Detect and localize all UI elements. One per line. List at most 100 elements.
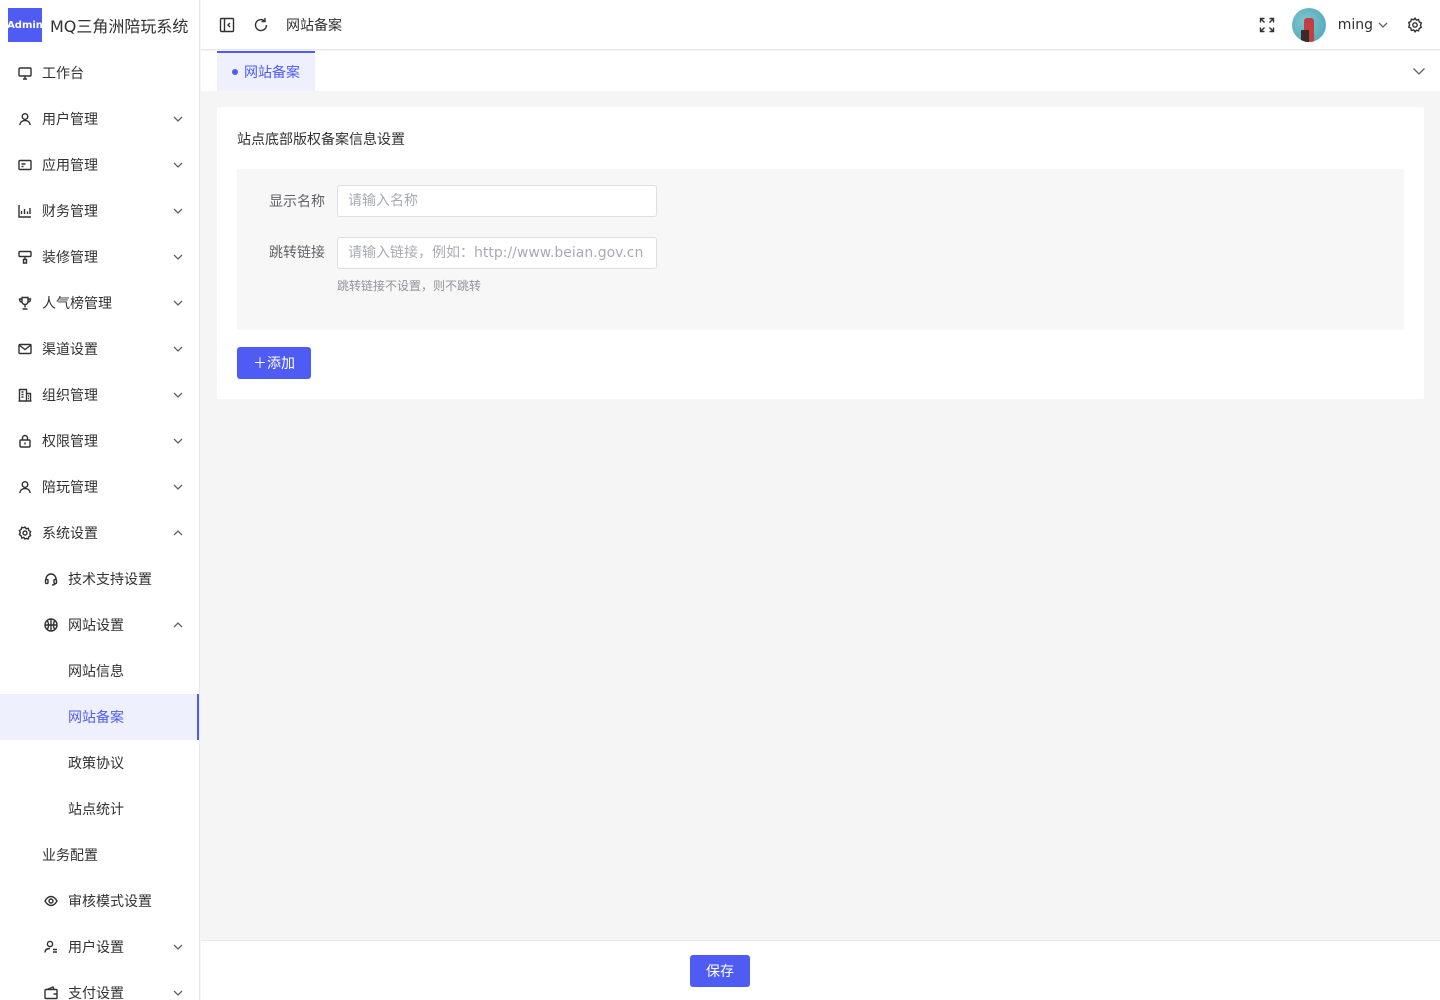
app-title: MQ三角洲陪玩系统 xyxy=(50,17,189,36)
fullscreen-icon[interactable] xyxy=(1258,16,1276,34)
icp-settings-card: 站点底部版权备案信息设置 显示名称 跳转链接 跳转链接不设置，则不跳转 ＋添加 xyxy=(217,107,1424,399)
user-icon xyxy=(18,480,32,494)
sidebar-item-user-management[interactable]: 用户管理 xyxy=(0,96,199,142)
sidebar-item-label: 权限管理 xyxy=(42,434,98,450)
header-right: ming xyxy=(1258,0,1424,50)
headset-icon xyxy=(44,572,58,586)
sidebar-item-popularity[interactable]: 人气榜管理 xyxy=(0,280,199,326)
sidebar-item-app-management[interactable]: 应用管理 xyxy=(0,142,199,188)
sidebar-item-label: 网站备案 xyxy=(68,710,124,726)
display-name-label: 显示名称 xyxy=(269,194,325,210)
sidebar-item-label: 工作台 xyxy=(42,66,84,82)
sidebar-item-business-config[interactable]: 业务配置 xyxy=(0,832,199,878)
user-settings-icon xyxy=(44,940,58,954)
eye-icon xyxy=(44,894,58,908)
app-icon xyxy=(18,158,32,172)
collapse-sidebar-icon[interactable] xyxy=(218,16,236,34)
sidebar-item-label: 应用管理 xyxy=(42,158,98,174)
save-button[interactable]: 保存 xyxy=(690,955,750,987)
sidebar-item-label: 人气榜管理 xyxy=(42,296,112,312)
chevron-up-icon xyxy=(173,620,183,630)
chevron-down-icon xyxy=(173,252,183,262)
chevron-down-icon[interactable] xyxy=(1412,64,1426,78)
brush-icon xyxy=(18,250,32,264)
footer-bar: 保存 xyxy=(201,940,1440,1000)
add-button[interactable]: ＋添加 xyxy=(237,347,311,379)
chevron-down-icon xyxy=(173,988,183,998)
sidebar-item-label: 政策协议 xyxy=(68,756,124,772)
chevron-down-icon xyxy=(1378,22,1388,28)
sidebar-item-companion[interactable]: 陪玩管理 xyxy=(0,464,199,510)
wallet-icon xyxy=(44,986,58,1000)
sidebar-item-label: 财务管理 xyxy=(42,204,98,220)
sidebar-item-system-settings[interactable]: 系统设置 xyxy=(0,510,199,556)
chevron-down-icon xyxy=(173,160,183,170)
sidebar-item-finance[interactable]: 财务管理 xyxy=(0,188,199,234)
sidebar-item-website-info[interactable]: 网站信息 xyxy=(0,648,199,694)
chevron-up-icon xyxy=(173,528,183,538)
sidebar-item-label: 业务配置 xyxy=(42,848,98,864)
display-name-input[interactable] xyxy=(337,185,657,217)
sidebar-item-permissions[interactable]: 权限管理 xyxy=(0,418,199,464)
sidebar-item-label: 渠道设置 xyxy=(42,342,98,358)
sidebar-item-label: 用户管理 xyxy=(42,112,98,128)
logo-badge: Admin xyxy=(7,8,43,42)
redirect-link-label: 跳转链接 xyxy=(269,245,325,261)
sidebar-item-label: 审核模式设置 xyxy=(68,894,152,910)
tab-website-icp[interactable]: 网站备案 xyxy=(217,51,315,91)
redirect-link-input[interactable] xyxy=(337,237,657,269)
sidebar-item-tech-support[interactable]: 技术支持设置 xyxy=(0,556,199,602)
sidebar-item-workbench[interactable]: 工作台 xyxy=(0,50,199,96)
sidebar-item-label: 陪玩管理 xyxy=(42,480,98,496)
sidebar: Admin MQ三角洲陪玩系统 工作台 用户管理 应用管理 财务管理 装修管理 … xyxy=(0,0,200,1000)
tabs-bar: 网站备案 xyxy=(201,51,1440,91)
sidebar-item-website-icp[interactable]: 网站备案 xyxy=(0,694,199,740)
building-icon xyxy=(18,388,32,402)
sidebar-item-organization[interactable]: 组织管理 xyxy=(0,372,199,418)
active-dot xyxy=(232,69,238,75)
logo[interactable]: Admin MQ三角洲陪玩系统 xyxy=(0,0,199,50)
refresh-icon[interactable] xyxy=(252,16,270,34)
lock-icon xyxy=(18,434,32,448)
sidebar-item-site-stats[interactable]: 站点统计 xyxy=(0,786,199,832)
avatar[interactable] xyxy=(1291,8,1326,42)
tab-label: 网站备案 xyxy=(244,65,300,81)
chevron-down-icon xyxy=(173,436,183,446)
sidebar-item-label: 用户设置 xyxy=(68,940,124,956)
settings-gear-icon[interactable] xyxy=(1406,16,1424,34)
chevron-down-icon xyxy=(173,942,183,952)
chevron-down-icon xyxy=(173,482,183,492)
sidebar-item-label: 支付设置 xyxy=(68,986,124,1000)
chevron-down-icon xyxy=(173,344,183,354)
user-icon xyxy=(18,112,32,126)
sidebar-item-label: 技术支持设置 xyxy=(68,572,152,588)
card-title: 站点底部版权备案信息设置 xyxy=(237,132,405,148)
sidebar-item-payment-settings[interactable]: 支付设置 xyxy=(0,970,199,1000)
chevron-down-icon xyxy=(173,390,183,400)
sidebar-item-website-settings[interactable]: 网站设置 xyxy=(0,602,199,648)
sidebar-item-review-mode[interactable]: 审核模式设置 xyxy=(0,878,199,924)
basketball-icon xyxy=(44,618,58,632)
sidebar-item-user-settings[interactable]: 用户设置 xyxy=(0,924,199,970)
user-menu[interactable]: ming xyxy=(1338,17,1388,33)
trophy-icon xyxy=(18,296,32,310)
chart-icon xyxy=(18,204,32,218)
breadcrumb[interactable]: 网站备案 xyxy=(286,15,342,35)
sidebar-item-label: 组织管理 xyxy=(42,388,98,404)
sidebar-item-label: 装修管理 xyxy=(42,250,98,266)
sidebar-item-label: 网站信息 xyxy=(68,664,124,680)
chevron-down-icon xyxy=(173,298,183,308)
sidebar-item-channel[interactable]: 渠道设置 xyxy=(0,326,199,372)
mail-icon xyxy=(18,342,32,356)
sidebar-item-label: 系统设置 xyxy=(42,526,98,542)
sidebar-item-decoration[interactable]: 装修管理 xyxy=(0,234,199,280)
chevron-down-icon xyxy=(173,206,183,216)
username: ming xyxy=(1337,17,1373,33)
sidebar-item-policy[interactable]: 政策协议 xyxy=(0,740,199,786)
monitor-icon xyxy=(18,66,32,80)
sidebar-item-label: 站点统计 xyxy=(68,802,124,818)
sidebar-item-label: 网站设置 xyxy=(68,618,124,634)
icp-form-panel: 显示名称 跳转链接 跳转链接不设置，则不跳转 xyxy=(237,169,1404,330)
top-header: 网站备案 ming xyxy=(201,0,1440,50)
redirect-link-hint: 跳转链接不设置，则不跳转 xyxy=(337,279,482,293)
